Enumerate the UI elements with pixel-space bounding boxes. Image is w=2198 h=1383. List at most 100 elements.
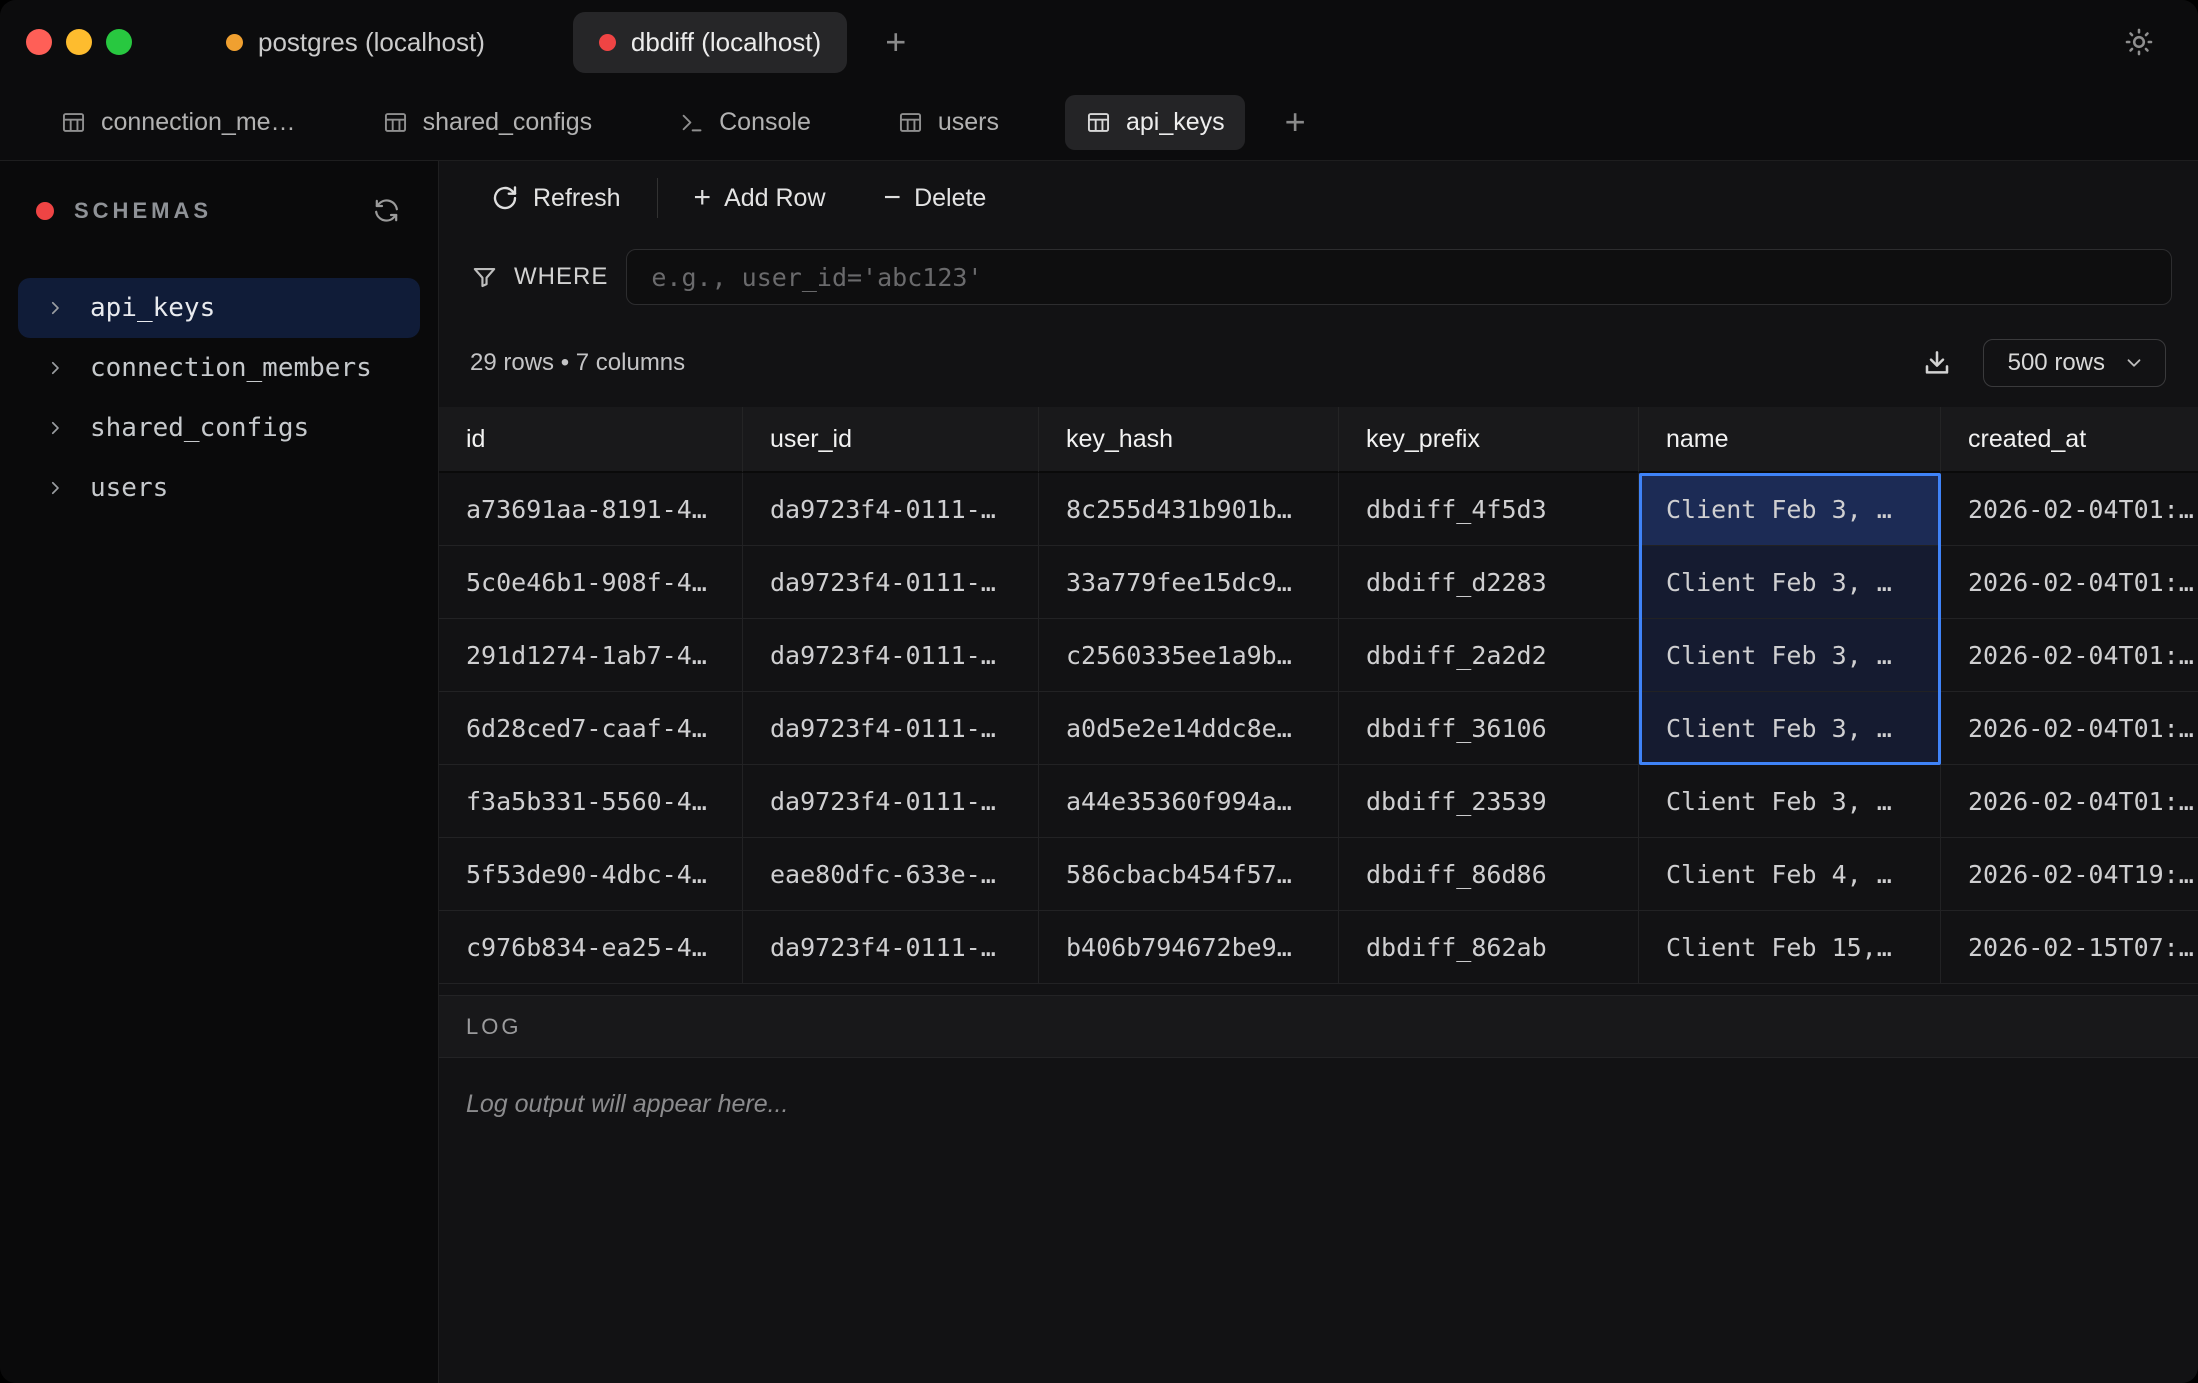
refresh-button[interactable]: Refresh [490,183,621,213]
column-header-created-at[interactable]: created_at [1941,407,2198,473]
cell-id[interactable]: 6d28ced7-caaf-4… [439,692,743,765]
schema-list: api_keys connection_members shared_confi… [0,252,438,518]
new-connection-tab-button[interactable]: + [885,24,906,60]
cell-id[interactable]: 291d1274-1ab7-4… [439,619,743,692]
cell-user-id[interactable]: da9723f4-0111-… [743,619,1039,692]
cell-created-at[interactable]: 2026-02-04T01:… [1941,765,2198,838]
cell-created-at[interactable]: 2026-02-04T01:… [1941,473,2198,546]
connection-tab-dbdiff[interactable]: dbdiff (localhost) [573,12,847,73]
zoom-button[interactable] [106,29,132,55]
cell-id[interactable]: 5f53de90-4dbc-4… [439,838,743,911]
column-header-name[interactable]: name [1639,407,1941,473]
tab-label: connection_me… [101,108,296,137]
toolbar-divider [657,178,658,218]
tab-connection-members[interactable]: connection_me… [40,95,316,150]
new-table-tab-button[interactable]: + [1285,104,1306,140]
chevron-right-icon [46,419,64,437]
where-input[interactable] [626,249,2172,305]
cell-user-id[interactable]: da9723f4-0111-… [743,473,1039,546]
cell-created-at[interactable]: 2026-02-04T19:… [1941,838,2198,911]
column-header-key-hash[interactable]: key_hash [1039,407,1339,473]
chevron-right-icon [46,479,64,497]
theme-toggle-button[interactable] [2122,25,2156,59]
cell-id[interactable]: f3a5b331-5560-4… [439,765,743,838]
table-row: 5f53de90-4dbc-4… eae80dfc-633e-… 586cbac… [439,838,2198,911]
row-count-summary: 29 rows • 7 columns [470,349,685,377]
cell-id[interactable]: a73691aa-8191-4… [439,473,743,546]
cell-name[interactable]: Client Feb 3, … [1639,765,1941,838]
cell-key-hash[interactable]: a44e35360f994a… [1039,765,1339,838]
cell-key-hash[interactable]: 586cbacb454f57… [1039,838,1339,911]
sidebar-item-label: shared_configs [90,413,309,443]
cell-key-prefix[interactable]: dbdiff_36106 [1339,692,1639,765]
cell-name[interactable]: Client Feb 4, … [1639,838,1941,911]
refresh-label: Refresh [533,184,621,213]
sidebar-item-connection-members[interactable]: connection_members [18,338,420,398]
minimize-button[interactable] [66,29,92,55]
cell-key-hash[interactable]: b406b794672be9… [1039,911,1339,984]
filter-row: WHERE [439,235,2198,319]
row-limit-select[interactable]: 500 rows [1983,339,2166,387]
cell-key-prefix[interactable]: dbdiff_86d86 [1339,838,1639,911]
tab-users[interactable]: users [877,95,1019,150]
sidebar-item-api-keys[interactable]: api_keys [18,278,420,338]
sidebar-item-shared-configs[interactable]: shared_configs [18,398,420,458]
table-icon [60,109,87,136]
cell-user-id[interactable]: eae80dfc-633e-… [743,838,1039,911]
close-button[interactable] [26,29,52,55]
tab-label: users [938,108,999,137]
cell-name[interactable]: Client Feb 3, … [1639,473,1941,546]
cell-name[interactable]: Client Feb 3, … [1639,546,1941,619]
cell-key-prefix[interactable]: dbdiff_862ab [1339,911,1639,984]
connection-status-dot [599,34,616,51]
export-button[interactable] [1921,347,1953,379]
sidebar-item-label: connection_members [90,353,372,383]
connection-status-dot [226,34,243,51]
toolbar: Refresh + Add Row − Delete [439,161,2198,235]
chevron-right-icon [46,299,64,317]
cell-key-hash[interactable]: a0d5e2e14ddc8e… [1039,692,1339,765]
cell-user-id[interactable]: da9723f4-0111-… [743,765,1039,838]
cell-created-at[interactable]: 2026-02-15T07:… [1941,911,2198,984]
cell-created-at[interactable]: 2026-02-04T01:… [1941,546,2198,619]
cell-key-prefix[interactable]: dbdiff_23539 [1339,765,1639,838]
refresh-schemas-button[interactable] [371,195,402,226]
add-row-button[interactable]: + Add Row [694,183,826,213]
cell-created-at[interactable]: 2026-02-04T01:… [1941,692,2198,765]
column-header-user-id[interactable]: user_id [743,407,1039,473]
cell-user-id[interactable]: da9723f4-0111-… [743,546,1039,619]
cell-key-hash[interactable]: 8c255d431b901b… [1039,473,1339,546]
sidebar-item-label: api_keys [90,293,215,323]
tab-api-keys[interactable]: api_keys [1065,95,1245,150]
cell-key-hash[interactable]: 33a779fee15dc9… [1039,546,1339,619]
cell-name[interactable]: Client Feb 3, … [1639,619,1941,692]
tab-shared-configs[interactable]: shared_configs [362,95,613,150]
cell-name[interactable]: Client Feb 3, … [1639,692,1941,765]
cell-user-id[interactable]: da9723f4-0111-… [743,911,1039,984]
cell-key-prefix[interactable]: dbdiff_d2283 [1339,546,1639,619]
table-tabbar: connection_me… shared_configs Console [0,84,2198,161]
chevron-down-icon [2123,352,2145,374]
tab-label: api_keys [1126,108,1225,137]
cell-key-prefix[interactable]: dbdiff_4f5d3 [1339,473,1639,546]
delete-button[interactable]: − Delete [884,183,987,213]
sidebar-item-users[interactable]: users [18,458,420,518]
cell-user-id[interactable]: da9723f4-0111-… [743,692,1039,765]
tab-label: shared_configs [423,108,593,137]
column-header-id[interactable]: id [439,407,743,473]
log-header[interactable]: LOG [439,995,2198,1058]
status-row: 29 rows • 7 columns 500 rows [439,319,2198,407]
schemas-title: SCHEMAS [74,198,212,224]
cell-id[interactable]: c976b834-ea25-4… [439,911,743,984]
connection-tab-postgres[interactable]: postgres (localhost) [200,12,511,73]
cell-key-prefix[interactable]: dbdiff_2a2d2 [1339,619,1639,692]
tab-console[interactable]: Console [658,95,831,150]
cell-created-at[interactable]: 2026-02-04T01:… [1941,619,2198,692]
column-header-key-prefix[interactable]: key_prefix [1339,407,1639,473]
connection-tab-label: postgres (localhost) [258,27,485,58]
cell-id[interactable]: 5c0e46b1-908f-4… [439,546,743,619]
sun-icon [2122,25,2156,59]
cell-name[interactable]: Client Feb 15,… [1639,911,1941,984]
log-title: LOG [466,1014,521,1040]
cell-key-hash[interactable]: c2560335ee1a9b… [1039,619,1339,692]
